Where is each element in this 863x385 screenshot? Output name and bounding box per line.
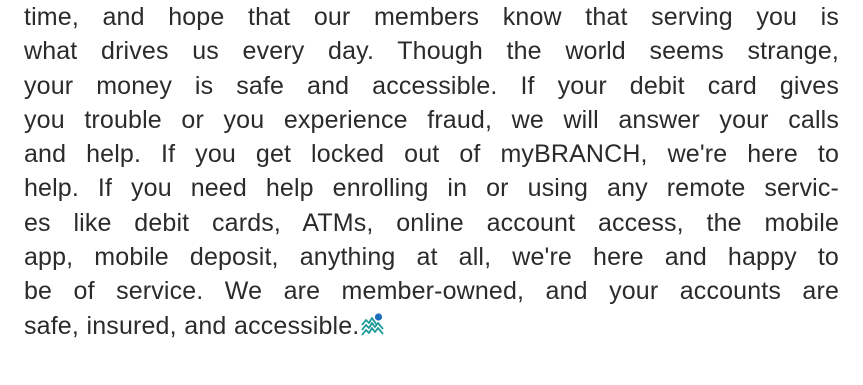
mountains-sun-logo-icon	[361, 313, 385, 336]
paragraph-line: es like debit cards, ATMs, online accoun…	[24, 208, 839, 237]
paragraph-line: time, and hope that our members know tha…	[24, 3, 839, 31]
paragraph-line-text: safe, insured, and accessible.	[24, 311, 360, 340]
paragraph-line: your money is safe and accessible. If yo…	[24, 71, 839, 100]
paragraph-line: be of service. We are member-owned, and …	[24, 277, 839, 306]
paragraph-last-line: safe, insured, and accessible.	[24, 309, 839, 343]
paragraph-line: what drives us every day. Though the wor…	[24, 37, 839, 66]
paragraph-line: you trouble or you experience fraud, we …	[24, 105, 839, 134]
paragraph-line: app, mobile deposit, anything at all, we…	[24, 243, 839, 272]
paragraph-line: help. If you need help enrolling in or u…	[24, 174, 839, 203]
paragraph-line: and help. If you get locked out of myBRA…	[24, 140, 839, 169]
article-body: time, and hope that our members know tha…	[24, 0, 839, 343]
